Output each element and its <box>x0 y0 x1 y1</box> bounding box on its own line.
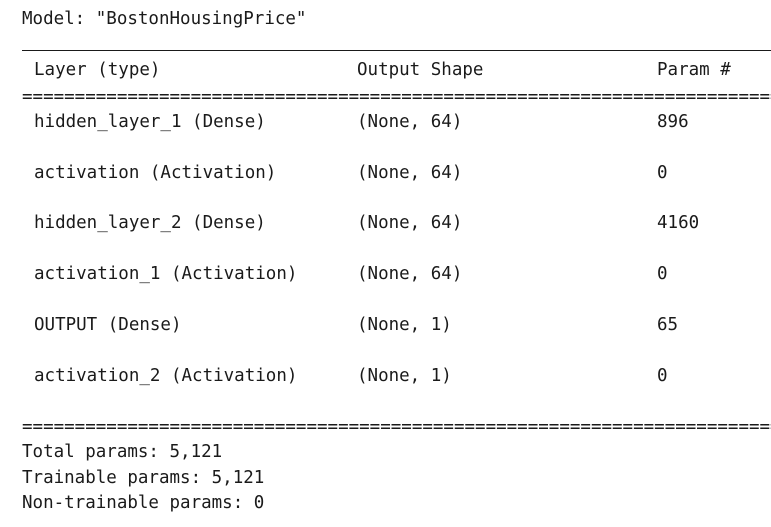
row-output-shape: (None, 64) <box>357 163 463 183</box>
row-output-shape: (None, 64) <box>357 264 463 284</box>
row-output-shape: (None, 64) <box>357 213 463 233</box>
row-layer-name: activation_1 (Activation) <box>34 264 298 284</box>
row-layer-name: hidden_layer_1 (Dense) <box>34 112 266 132</box>
model-summary: Model: "BostonHousingPrice" Layer (type)… <box>0 0 771 527</box>
row-layer-name: activation_2 (Activation) <box>34 366 298 386</box>
header-output-shape: Output Shape <box>357 60 484 80</box>
row-output-shape: (None, 1) <box>357 315 452 335</box>
non-trainable-params: Non-trainable params: 0 <box>22 493 265 513</box>
trainable-params: Trainable params: 5,121 <box>22 468 265 488</box>
header-param-count: Param # <box>657 60 731 80</box>
row-param-count: 0 <box>657 366 668 386</box>
total-params: Total params: 5,121 <box>22 442 223 462</box>
row-layer-name: hidden_layer_2 (Dense) <box>34 213 266 233</box>
footer-separator: ========================================… <box>22 418 771 436</box>
row-layer-name: activation (Activation) <box>34 163 277 183</box>
row-layer-name: OUTPUT (Dense) <box>34 315 182 335</box>
row-param-count: 896 <box>657 112 689 132</box>
row-param-count: 4160 <box>657 213 700 233</box>
row-param-count: 0 <box>657 163 668 183</box>
header-layer-type: Layer (type) <box>34 60 161 80</box>
top-rule <box>22 50 771 51</box>
row-param-count: 0 <box>657 264 668 284</box>
model-title: Model: "BostonHousingPrice" <box>22 9 307 29</box>
row-output-shape: (None, 1) <box>357 366 452 386</box>
header-separator: ========================================… <box>22 88 771 106</box>
row-param-count: 65 <box>657 315 679 335</box>
row-output-shape: (None, 64) <box>357 112 463 132</box>
